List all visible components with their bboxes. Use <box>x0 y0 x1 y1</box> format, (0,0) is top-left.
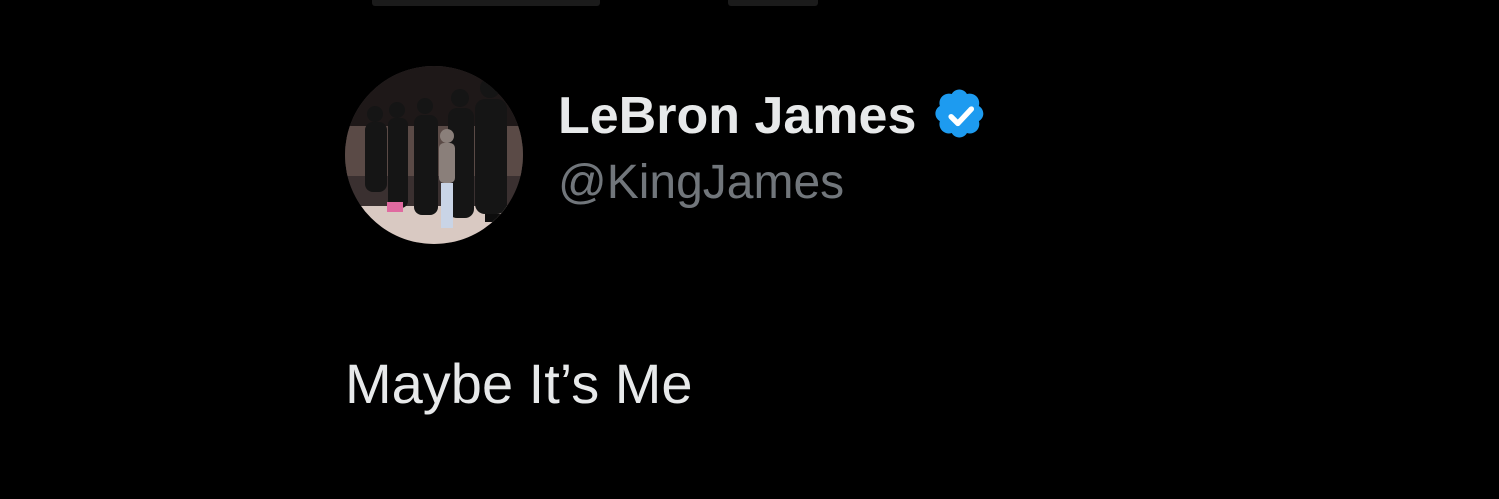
avatar[interactable] <box>345 66 523 244</box>
previous-tweet-edge-2 <box>728 0 818 6</box>
tweet-header: LeBron James @KingJames <box>345 64 1245 244</box>
tweet[interactable]: LeBron James @KingJames Maybe It’s Me <box>345 64 1245 415</box>
user-handle[interactable]: @KingJames <box>558 154 988 212</box>
display-name[interactable]: LeBron James <box>558 86 916 146</box>
author-names: LeBron James @KingJames <box>558 86 988 212</box>
tweet-text: Maybe It’s Me <box>345 352 693 415</box>
avatar-photo <box>345 66 523 244</box>
verified-badge-icon[interactable] <box>934 89 988 143</box>
previous-tweet-edge <box>372 0 600 6</box>
display-name-row: LeBron James <box>558 86 988 146</box>
